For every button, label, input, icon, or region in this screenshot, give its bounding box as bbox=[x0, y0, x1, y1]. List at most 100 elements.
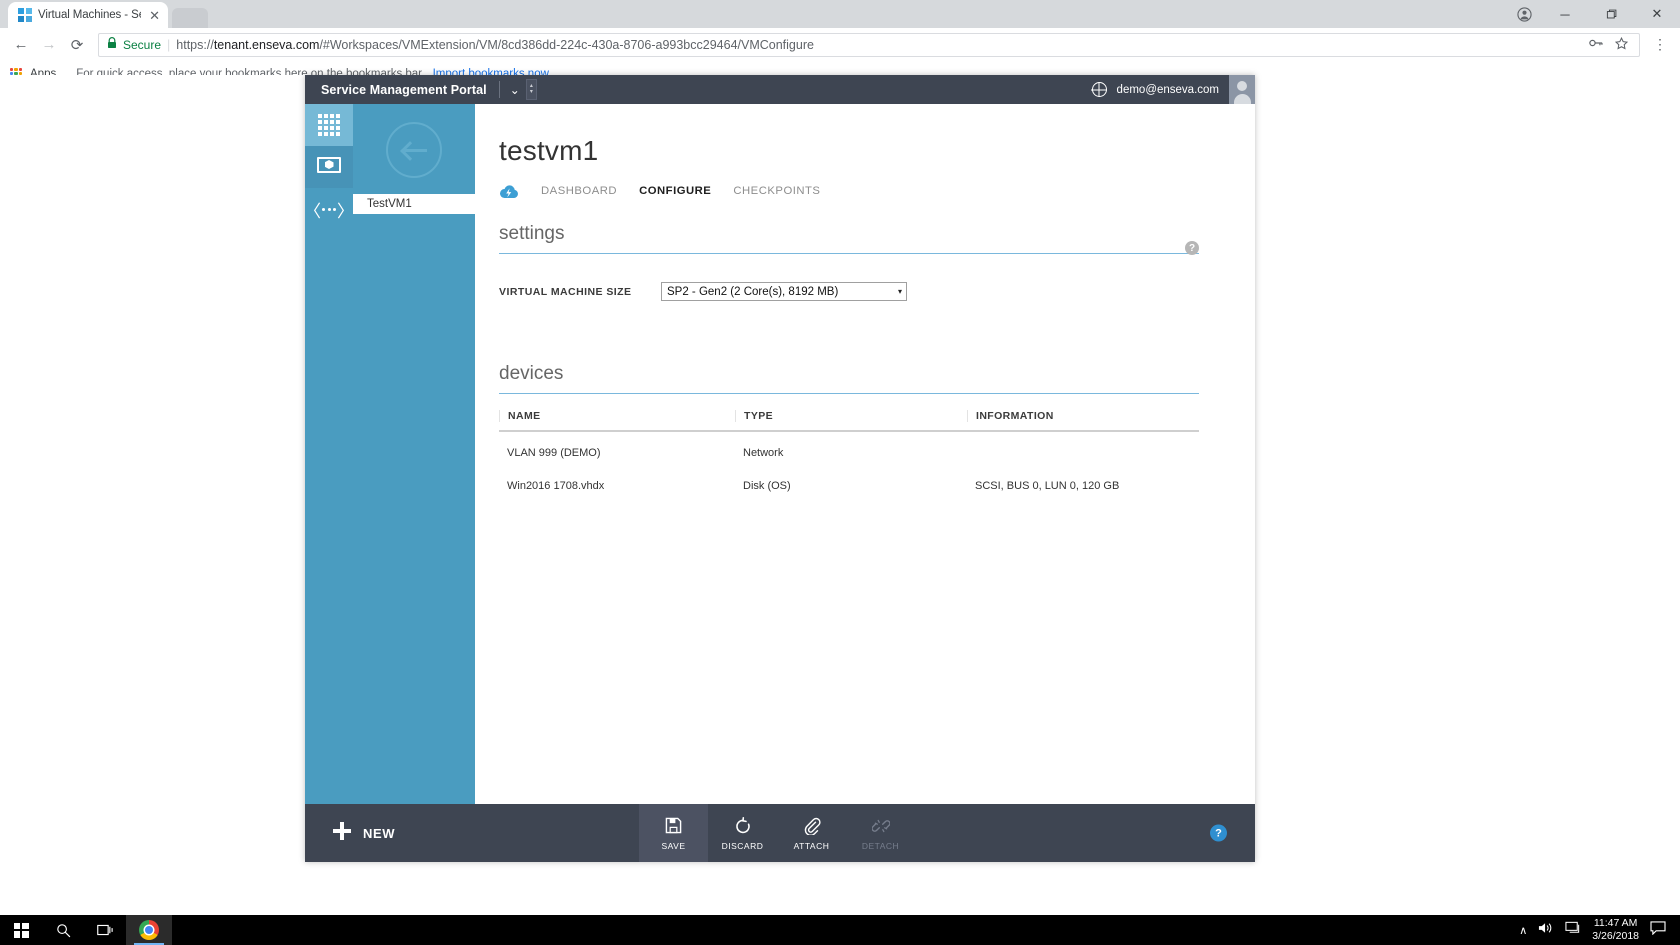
new-label: NEW bbox=[363, 825, 396, 841]
tab-nav: DASHBOARD CONFIGURE CHECKPOINTS bbox=[499, 185, 1255, 199]
windows-start-icon bbox=[13, 922, 29, 938]
clock[interactable]: 11:47 AM 3/26/2018 bbox=[1592, 917, 1639, 943]
command-bar: NEW SAVE DISCARD ATTACH DETACH ? bbox=[305, 804, 1255, 862]
column-header-type: TYPE bbox=[735, 410, 967, 422]
reload-button[interactable]: ⟳ bbox=[64, 32, 90, 58]
spinner-control[interactable]: ▴ ▾ bbox=[525, 79, 537, 100]
chevron-down-icon[interactable]: ⌄ bbox=[510, 83, 520, 97]
discard-label: DISCARD bbox=[721, 840, 764, 851]
cell-information: SCSI, BUS 0, LUN 0, 120 GB bbox=[975, 479, 1120, 492]
user-email[interactable]: demo@enseva.com bbox=[1117, 84, 1219, 96]
icon-rail: 〈 〉 bbox=[304, 104, 354, 833]
address-bar[interactable]: Secure | https://tenant.enseva.com/#Work… bbox=[98, 32, 1640, 57]
sidebar-item-users[interactable] bbox=[305, 230, 353, 272]
settings-divider: ? bbox=[499, 241, 1199, 255]
save-floppy-icon bbox=[665, 816, 682, 836]
vm-size-label: VIRTUAL MACHINE SIZE bbox=[499, 285, 632, 298]
save-label: SAVE bbox=[661, 840, 686, 851]
close-window-button[interactable]: ✕ bbox=[1634, 0, 1680, 28]
help-icon[interactable]: ? bbox=[1185, 241, 1199, 255]
portal-brand: Service Management Portal bbox=[321, 82, 487, 97]
sidebar-item-apps-grid[interactable] bbox=[305, 104, 353, 146]
attach-button[interactable]: ATTACH bbox=[777, 804, 846, 862]
page-title: testvm1 bbox=[499, 135, 599, 166]
clock-time: 11:47 AM bbox=[1593, 917, 1638, 929]
table-header-row: NAME TYPE INFORMATION bbox=[499, 410, 1199, 432]
undo-arrow-icon bbox=[734, 816, 752, 836]
taskbar-left-group bbox=[0, 915, 172, 945]
tray-expand-icon[interactable]: ∧ bbox=[1519, 924, 1527, 937]
vm-list-item[interactable]: TestVM1 bbox=[353, 194, 475, 214]
avatar[interactable] bbox=[1229, 75, 1255, 104]
cell-type: Disk (OS) bbox=[743, 479, 791, 492]
portal-body: 〈 〉 TestVM1 testvm1 DASHBOARD CONFIGURE … bbox=[304, 104, 1255, 833]
task-view-button[interactable] bbox=[84, 915, 126, 945]
broken-link-icon bbox=[871, 816, 890, 836]
save-button[interactable]: SAVE bbox=[639, 804, 708, 862]
windows-logo-icon bbox=[18, 8, 32, 22]
vm-nav-panel: TestVM1 bbox=[353, 104, 475, 833]
detach-button: DETACH bbox=[846, 804, 915, 862]
network-tray-icon[interactable] bbox=[1565, 921, 1581, 940]
omnibox-divider: | bbox=[167, 37, 171, 52]
maximize-button[interactable] bbox=[1588, 0, 1634, 28]
notification-center-icon[interactable] bbox=[1650, 920, 1666, 940]
back-navigation-button[interactable] bbox=[386, 122, 442, 178]
system-tray: ∧ 11:47 AM 3/26/2018 bbox=[1519, 917, 1680, 943]
close-tab-icon[interactable]: ✕ bbox=[147, 9, 162, 22]
minimize-button[interactable]: ─ bbox=[1542, 0, 1588, 28]
help-button[interactable]: ? bbox=[1210, 824, 1227, 842]
table-row[interactable]: Win2016 1708.vhdx Disk (OS) SCSI, BUS 0,… bbox=[499, 473, 1199, 498]
cell-type: Network bbox=[743, 446, 784, 459]
header-right-group: demo@enseva.com bbox=[1091, 75, 1255, 104]
browser-menu-icon[interactable]: ⋮ bbox=[1648, 37, 1672, 52]
password-key-icon[interactable] bbox=[1586, 37, 1606, 52]
forward-button: → bbox=[41, 36, 57, 53]
secure-label: Secure bbox=[123, 37, 162, 52]
attach-label: ATTACH bbox=[793, 840, 830, 851]
new-tab-button[interactable] bbox=[172, 8, 208, 28]
clock-date: 3/26/2018 bbox=[1592, 930, 1639, 942]
tab-strip: Virtual Machines - Servic ✕ ─ ✕ bbox=[0, 0, 1680, 28]
url-text: https://tenant.enseva.com/#Workspaces/VM… bbox=[176, 38, 1580, 52]
monitor-vm-icon bbox=[317, 156, 341, 178]
url-path: /#Workspaces/VMExtension/VM/8cd386dd-224… bbox=[319, 37, 814, 52]
discard-button[interactable]: DISCARD bbox=[708, 804, 777, 862]
sidebar-item-networks[interactable]: 〈 〉 bbox=[304, 188, 354, 230]
person-icon bbox=[319, 240, 339, 262]
browser-tab[interactable]: Virtual Machines - Servic ✕ bbox=[8, 2, 168, 28]
column-header-name: NAME bbox=[499, 410, 735, 422]
tab-dashboard[interactable]: DASHBOARD bbox=[541, 185, 617, 199]
bookmark-star-icon[interactable] bbox=[1612, 36, 1631, 53]
browser-window: Virtual Machines - Servic ✕ ─ ✕ ← → ⟳ Se… bbox=[0, 0, 1680, 915]
vm-size-select[interactable]: SP2 - Gen2 (2 Core(s), 8192 MB) ▾ bbox=[661, 282, 907, 301]
globe-icon[interactable] bbox=[1091, 82, 1107, 97]
tab-configure[interactable]: CONFIGURE bbox=[639, 185, 711, 199]
back-button[interactable]: ← bbox=[8, 32, 34, 58]
main-content: testvm1 DASHBOARD CONFIGURE CHECKPOINTS bbox=[475, 104, 1255, 833]
tab-checkpoints[interactable]: CHECKPOINTS bbox=[733, 185, 820, 199]
spinner-down-icon[interactable]: ▾ bbox=[530, 89, 533, 95]
network-icon: 〈 〉 bbox=[304, 201, 354, 221]
devices-divider bbox=[499, 393, 1199, 394]
table-row[interactable]: VLAN 999 (DEMO) Network bbox=[499, 440, 1199, 465]
devices-heading: devices bbox=[499, 363, 564, 384]
new-button[interactable]: NEW bbox=[305, 804, 639, 862]
start-button[interactable] bbox=[0, 915, 42, 945]
chrome-taskbar-item[interactable] bbox=[126, 915, 172, 945]
devices-section: devices NAME TYPE INFORMATION VLAN 999 (… bbox=[499, 363, 1255, 498]
cloud-icon bbox=[499, 185, 519, 199]
lock-icon bbox=[107, 37, 117, 52]
header-divider bbox=[498, 81, 500, 98]
profile-icon[interactable] bbox=[1506, 0, 1542, 28]
portal-header: Service Management Portal ⌄ ▴ ▾ demo@ens… bbox=[305, 75, 1255, 104]
back-arrow-icon bbox=[400, 140, 428, 160]
window-controls: ─ ✕ bbox=[1506, 0, 1680, 28]
volume-icon[interactable] bbox=[1538, 921, 1554, 940]
sidebar-item-virtual-machines[interactable] bbox=[305, 146, 353, 188]
command-actions: SAVE DISCARD ATTACH DETACH bbox=[639, 804, 915, 862]
search-button[interactable] bbox=[42, 915, 84, 945]
cell-name: Win2016 1708.vhdx bbox=[507, 479, 605, 492]
paperclip-icon bbox=[803, 816, 821, 836]
url-host: tenant.enseva.com bbox=[213, 37, 320, 52]
